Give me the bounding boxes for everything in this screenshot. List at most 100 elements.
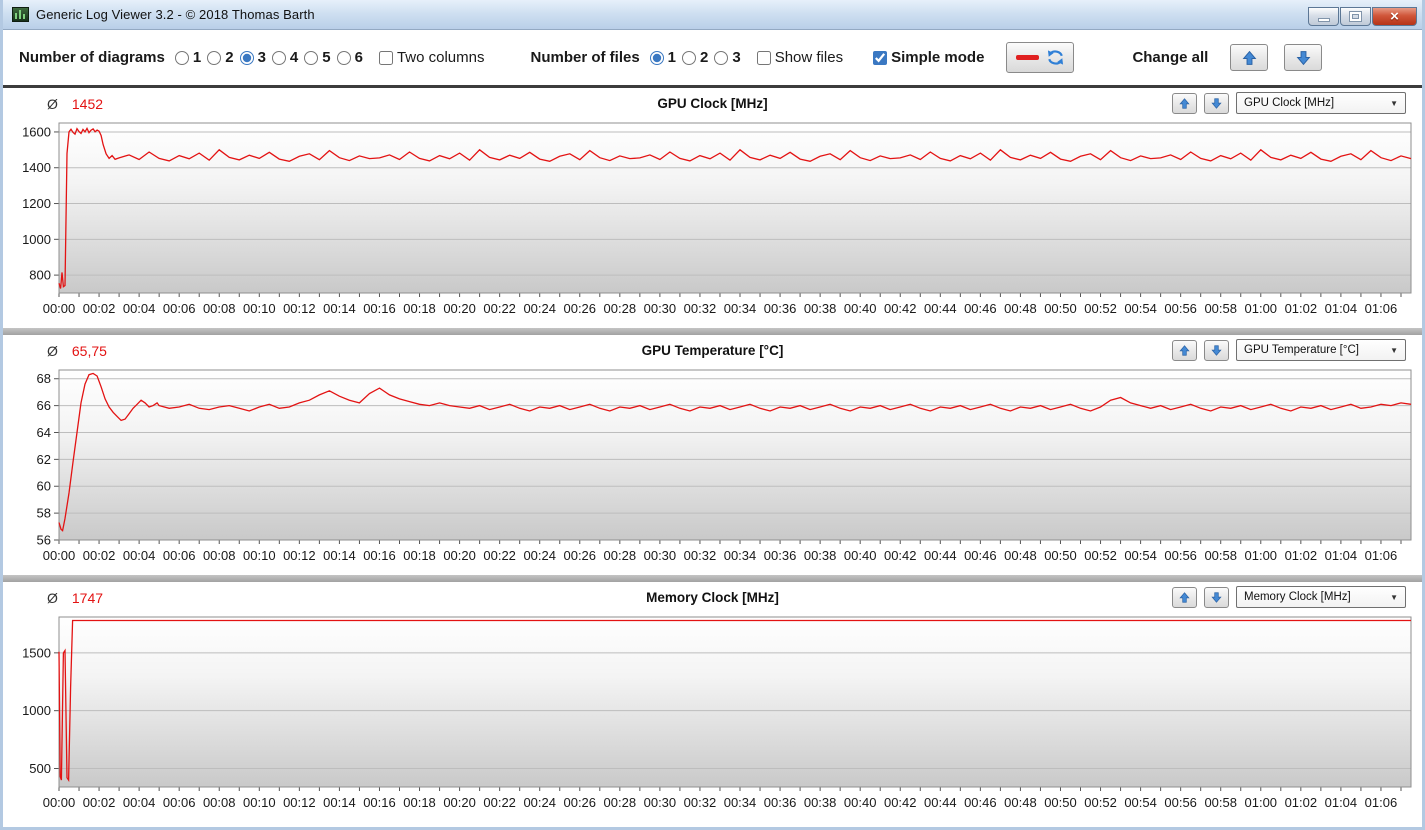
diagrams-option-5[interactable]: 5 <box>304 49 331 66</box>
svg-text:00:32: 00:32 <box>684 795 717 810</box>
panel1-measure-dropdown[interactable]: GPU Clock [MHz] ▼ <box>1236 92 1406 114</box>
svg-text:01:06: 01:06 <box>1365 795 1398 810</box>
diagrams-option-3[interactable]: 3 <box>239 49 266 66</box>
gpu-clock-chart[interactable]: 800 1000 1200 1400 1600 00:00 00:02 00:04 00:06 0… <box>9 117 1420 322</box>
arrow-down-icon <box>1296 50 1311 66</box>
svg-text:00:20: 00:20 <box>443 795 476 810</box>
memory-clock-chart[interactable]: 500 1000 1500 00:00 00:02 00:04 00:06 00:08 00:1… <box>9 611 1420 816</box>
show-files-checkbox[interactable]: Show files <box>756 49 843 66</box>
svg-text:00:16: 00:16 <box>363 795 396 810</box>
diagrams-option-2[interactable]: 2 <box>207 49 234 66</box>
svg-text:00:58: 00:58 <box>1204 795 1237 810</box>
diagrams-radio-3[interactable] <box>239 50 254 65</box>
svg-text:00:00: 00:00 <box>43 795 76 810</box>
panel3-measure-dropdown[interactable]: Memory Clock [MHz] ▼ <box>1236 586 1406 608</box>
svg-text:00:42: 00:42 <box>884 301 917 316</box>
arrow-down-icon <box>1211 591 1222 604</box>
svg-text:00:24: 00:24 <box>523 795 556 810</box>
svg-text:01:04: 01:04 <box>1325 795 1358 810</box>
svg-text:800: 800 <box>29 268 51 283</box>
diagrams-radio-1[interactable] <box>174 50 189 65</box>
svg-text:01:02: 01:02 <box>1285 301 1318 316</box>
diagrams-radio-2[interactable] <box>207 50 222 65</box>
diagrams-option-6[interactable]: 6 <box>336 49 363 66</box>
files-option-3[interactable]: 3 <box>714 49 741 66</box>
svg-text:00:18: 00:18 <box>403 795 436 810</box>
svg-text:00:06: 00:06 <box>163 795 196 810</box>
files-radio-2[interactable] <box>682 50 697 65</box>
simple-mode-checkbox[interactable]: Simple mode <box>873 49 984 66</box>
close-icon: × <box>1390 8 1399 25</box>
svg-text:00:10: 00:10 <box>243 301 276 316</box>
diagrams-option-4[interactable]: 4 <box>271 49 298 66</box>
window-controls: × <box>1308 0 1417 29</box>
svg-text:1200: 1200 <box>22 196 51 211</box>
svg-text:00:50: 00:50 <box>1044 301 1077 316</box>
svg-text:00:24: 00:24 <box>523 548 556 563</box>
maximize-button[interactable] <box>1340 7 1371 26</box>
diagrams-radio-5[interactable] <box>304 50 319 65</box>
show-files-input[interactable] <box>756 50 771 65</box>
svg-text:01:06: 01:06 <box>1365 301 1398 316</box>
panel-controls: GPU Clock [MHz] ▼ <box>1172 92 1406 114</box>
panel2-move-down-button[interactable] <box>1204 339 1229 361</box>
svg-text:00:56: 00:56 <box>1164 795 1197 810</box>
svg-text:00:22: 00:22 <box>483 795 516 810</box>
svg-text:00:54: 00:54 <box>1124 548 1157 563</box>
svg-text:00:44: 00:44 <box>924 548 957 563</box>
svg-text:01:04: 01:04 <box>1325 548 1358 563</box>
reset-refresh-button[interactable] <box>1006 42 1075 73</box>
panel1-move-down-button[interactable] <box>1204 92 1229 114</box>
two-columns-checkbox[interactable]: Two columns <box>378 49 484 66</box>
two-columns-input[interactable] <box>378 50 393 65</box>
chart-panel-gpu-temperature: Ø 65,75 GPU Temperature [°C] GPU Tempera… <box>3 335 1422 575</box>
svg-text:00:36: 00:36 <box>764 795 797 810</box>
svg-text:00:48: 00:48 <box>1004 548 1037 563</box>
average-value: 1747 <box>71 589 104 606</box>
svg-text:00:36: 00:36 <box>764 301 797 316</box>
change-all-down-button[interactable] <box>1284 44 1323 71</box>
svg-text:00:56: 00:56 <box>1164 301 1197 316</box>
svg-text:00:34: 00:34 <box>724 795 757 810</box>
svg-text:01:00: 01:00 <box>1245 795 1278 810</box>
diagrams-radio-4[interactable] <box>271 50 286 65</box>
svg-text:00:44: 00:44 <box>924 301 957 316</box>
simple-mode-input[interactable] <box>873 50 888 65</box>
svg-text:00:58: 00:58 <box>1204 301 1237 316</box>
maximize-icon <box>1350 12 1361 21</box>
panel3-move-down-button[interactable] <box>1204 586 1229 608</box>
svg-text:00:26: 00:26 <box>563 301 596 316</box>
svg-text:00:24: 00:24 <box>523 301 556 316</box>
svg-text:00:18: 00:18 <box>403 548 436 563</box>
change-all-up-button[interactable] <box>1230 44 1269 71</box>
app-window: Generic Log Viewer 3.2 - © 2018 Thomas B… <box>0 0 1425 830</box>
svg-text:00:04: 00:04 <box>123 301 156 316</box>
files-option-2[interactable]: 2 <box>682 49 708 66</box>
svg-text:00:36: 00:36 <box>764 548 797 563</box>
svg-text:00:14: 00:14 <box>323 301 356 316</box>
gpu-temperature-chart[interactable]: 56 58 60 62 64 66 68 00:00 00:02 00:04 00:06 00:08 0… <box>9 364 1420 569</box>
svg-text:00:52: 00:52 <box>1084 301 1117 316</box>
svg-text:60: 60 <box>37 479 51 494</box>
svg-text:00:06: 00:06 <box>163 548 196 563</box>
svg-text:00:30: 00:30 <box>644 795 677 810</box>
diagrams-option-1[interactable]: 1 <box>174 49 201 66</box>
average-value: 1452 <box>71 95 104 112</box>
svg-text:00:12: 00:12 <box>283 301 316 316</box>
panel3-move-up-button[interactable] <box>1172 586 1197 608</box>
arrow-down-icon <box>1211 344 1222 357</box>
panel2-measure-dropdown[interactable]: GPU Temperature [°C] ▼ <box>1236 339 1406 361</box>
svg-text:01:02: 01:02 <box>1285 548 1318 563</box>
files-radio-1[interactable] <box>649 50 664 65</box>
close-button[interactable]: × <box>1372 7 1417 26</box>
panel2-move-up-button[interactable] <box>1172 339 1197 361</box>
panel1-move-up-button[interactable] <box>1172 92 1197 114</box>
files-option-1[interactable]: 1 <box>649 49 676 66</box>
minimize-button[interactable] <box>1308 7 1339 26</box>
svg-text:00:12: 00:12 <box>283 548 316 563</box>
files-radio-3[interactable] <box>714 50 729 65</box>
chevron-down-icon: ▼ <box>1390 592 1398 602</box>
svg-text:00:18: 00:18 <box>403 301 436 316</box>
diagrams-radio-6[interactable] <box>336 50 351 65</box>
app-icon <box>12 7 29 22</box>
